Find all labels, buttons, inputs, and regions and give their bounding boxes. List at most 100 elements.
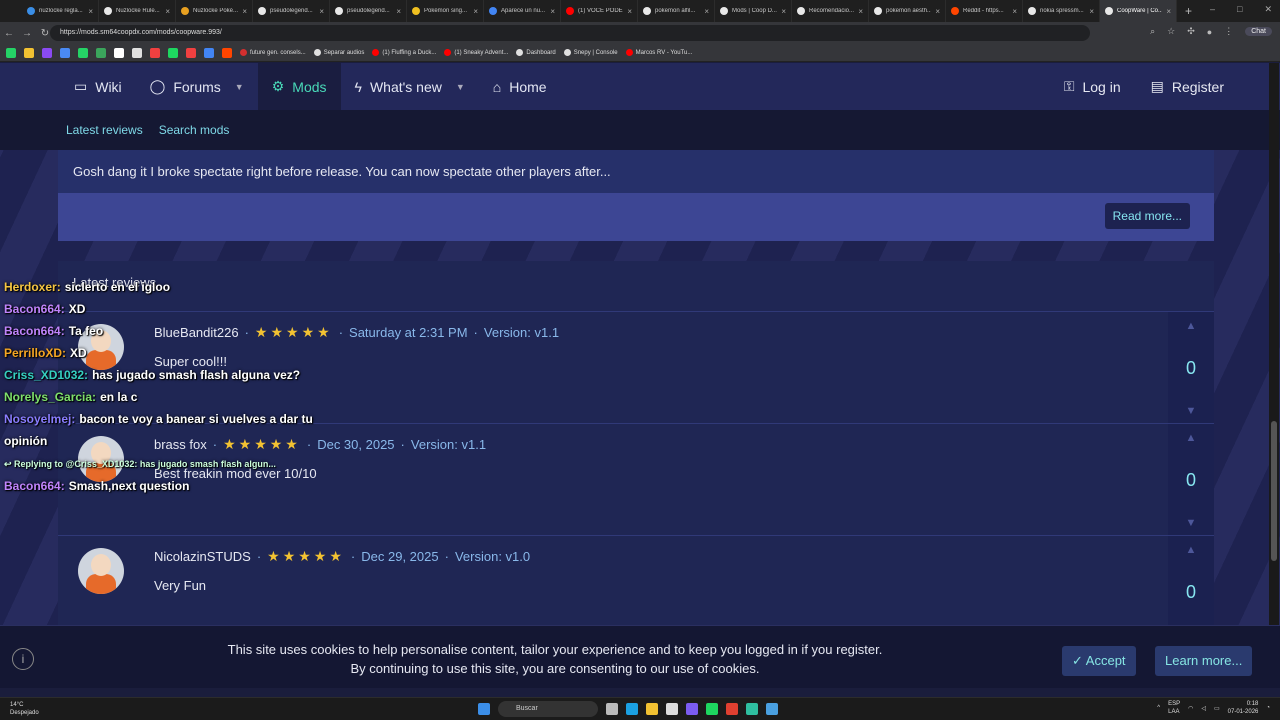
profile-icon[interactable]: ● bbox=[1207, 27, 1212, 37]
browser-tab[interactable]: Pokémon sing... × bbox=[407, 0, 484, 22]
review-date[interactable]: Saturday at 2:31 PM bbox=[349, 325, 468, 340]
maximize-icon[interactable]: □ bbox=[1237, 4, 1242, 15]
review-username[interactable]: NicolazinSTUDS bbox=[154, 549, 251, 564]
browser-tab[interactable]: pseudolegend... × bbox=[330, 0, 407, 22]
browser-tab[interactable]: Reddit - https... × bbox=[946, 0, 1023, 22]
accept-cookies-button[interactable]: ✓ Accept bbox=[1062, 646, 1136, 676]
chevron-down-icon[interactable]: ▼ bbox=[456, 82, 465, 92]
url-field[interactable]: https://mods.sm64coopdx.com/mods/coopwar… bbox=[50, 25, 1090, 41]
chrome-icon[interactable] bbox=[726, 703, 738, 715]
close-tab-icon[interactable]: × bbox=[627, 7, 632, 16]
bookmark-item[interactable]: Separar audios bbox=[313, 49, 364, 56]
store-icon[interactable] bbox=[666, 703, 678, 715]
extensions-icon[interactable]: ✣ bbox=[1187, 26, 1195, 37]
browser-tab[interactable]: Nuzlocke Rule... × bbox=[99, 0, 176, 22]
avatar[interactable] bbox=[78, 548, 124, 594]
menu-icon[interactable]: ⋮ bbox=[1224, 26, 1233, 37]
bookmark-icon[interactable] bbox=[150, 47, 160, 58]
wifi-icon[interactable]: ◠ bbox=[1188, 705, 1193, 712]
review-date[interactable]: Dec 29, 2025 bbox=[361, 549, 438, 564]
zoom-icon[interactable]: ⌕ bbox=[1150, 26, 1155, 37]
close-window-icon[interactable]: ✕ bbox=[1264, 4, 1272, 15]
browser-tab[interactable]: Aparece un nu... × bbox=[484, 0, 561, 22]
bookmark-item[interactable]: Dashboard bbox=[516, 49, 556, 56]
bookmark-item[interactable]: future gen. consels... bbox=[240, 49, 306, 56]
bookmark-icon[interactable] bbox=[24, 47, 34, 58]
upvote-icon[interactable]: ▲ bbox=[1186, 544, 1197, 556]
bookmark-icon[interactable] bbox=[78, 47, 88, 58]
close-tab-icon[interactable]: × bbox=[1012, 7, 1017, 16]
browser-tab[interactable]: pokemon alfil... × bbox=[638, 0, 715, 22]
taskbar-search[interactable]: Buscar bbox=[498, 701, 598, 717]
browser-tab[interactable]: CoopWare | Co... × bbox=[1100, 0, 1177, 22]
browser-tab[interactable]: Nuzlocke Poké... × bbox=[176, 0, 253, 22]
latest-reviews-link[interactable]: Latest reviews bbox=[66, 123, 143, 137]
nav-forums[interactable]: ◯ Forums ▼ bbox=[136, 63, 258, 110]
notepad-icon[interactable] bbox=[766, 703, 778, 715]
downvote-icon[interactable]: ▼ bbox=[1186, 405, 1197, 417]
upvote-icon[interactable]: ▲ bbox=[1186, 432, 1197, 444]
bookmark-icon[interactable] bbox=[6, 47, 16, 58]
close-tab-icon[interactable]: × bbox=[319, 7, 324, 16]
star-icon[interactable]: ☆ bbox=[1167, 26, 1175, 37]
close-tab-icon[interactable]: × bbox=[935, 7, 940, 16]
back-icon[interactable]: ← bbox=[0, 28, 18, 39]
bookmark-item[interactable]: (1) Fluffing a Duck... bbox=[372, 49, 436, 56]
browser-tab[interactable]: Mods | Coop D... × bbox=[715, 0, 792, 22]
login-link[interactable]: ⚿ Log in bbox=[1064, 78, 1121, 95]
forward-icon[interactable]: → bbox=[18, 28, 36, 39]
nav-mods[interactable]: ⚙ Mods bbox=[257, 63, 341, 110]
bookmark-item[interactable]: Marcos RV - YouTu... bbox=[625, 49, 692, 56]
search-mods-link[interactable]: Search mods bbox=[159, 123, 230, 137]
read-more-button[interactable]: Read more... bbox=[1104, 203, 1190, 229]
nav-wiki[interactable]: ▭ Wiki bbox=[60, 63, 136, 110]
bookmark-icon[interactable] bbox=[96, 47, 106, 58]
browser-tab[interactable]: pseudolegend... × bbox=[253, 0, 330, 22]
folder-icon[interactable] bbox=[646, 703, 658, 715]
chat-button[interactable]: Chat bbox=[1245, 27, 1272, 36]
close-tab-icon[interactable]: × bbox=[242, 7, 247, 16]
bookmark-icon[interactable] bbox=[204, 47, 214, 58]
bookmark-icon[interactable] bbox=[114, 47, 124, 58]
app-icon[interactable] bbox=[746, 703, 758, 715]
discord-icon[interactable] bbox=[686, 703, 698, 715]
volume-icon[interactable]: ◁ bbox=[1201, 705, 1206, 712]
spotify-icon[interactable] bbox=[706, 703, 718, 715]
close-tab-icon[interactable]: × bbox=[165, 7, 170, 16]
register-link[interactable]: ▤ Register bbox=[1151, 78, 1224, 95]
learn-more-button[interactable]: Learn more... bbox=[1155, 646, 1253, 676]
bookmark-icon[interactable] bbox=[42, 47, 52, 58]
close-tab-icon[interactable]: × bbox=[396, 7, 401, 16]
nav-home[interactable]: ⌂ Home bbox=[479, 63, 561, 110]
browser-tab[interactable]: nuzlocke regla... × bbox=[22, 0, 99, 22]
bookmark-icon[interactable] bbox=[168, 47, 178, 58]
notification-icon[interactable]: ◔ bbox=[1266, 705, 1270, 711]
minimize-icon[interactable]: – bbox=[1210, 4, 1215, 15]
downvote-icon[interactable]: ▼ bbox=[1186, 517, 1197, 529]
info-icon[interactable]: i bbox=[12, 648, 34, 670]
start-icon[interactable] bbox=[478, 703, 490, 715]
nav-what-s-new[interactable]: ϟ What's new ▼ bbox=[341, 63, 479, 110]
bookmark-icon[interactable] bbox=[132, 47, 142, 58]
chevron-down-icon[interactable]: ▼ bbox=[235, 82, 244, 92]
close-tab-icon[interactable]: × bbox=[858, 7, 863, 16]
browser-tab[interactable]: Recomendacio... × bbox=[792, 0, 869, 22]
close-tab-icon[interactable]: × bbox=[473, 7, 478, 16]
close-tab-icon[interactable]: × bbox=[550, 7, 555, 16]
tray-chevron-icon[interactable]: ^ bbox=[1157, 705, 1160, 711]
review-date[interactable]: Dec 30, 2025 bbox=[317, 437, 394, 452]
battery-icon[interactable]: ▭ bbox=[1214, 705, 1220, 712]
close-tab-icon[interactable]: × bbox=[1089, 7, 1094, 16]
scrollbar[interactable] bbox=[1269, 63, 1279, 688]
weather-widget[interactable]: 14°C Despejado bbox=[10, 701, 39, 717]
task-view-icon[interactable] bbox=[606, 703, 618, 715]
language-indicator[interactable]: ESP LAA bbox=[1168, 700, 1180, 716]
scrollbar-thumb[interactable] bbox=[1271, 421, 1277, 561]
new-tab-icon[interactable]: + bbox=[1177, 4, 1192, 18]
bookmark-icon[interactable] bbox=[60, 47, 70, 58]
bookmark-icon[interactable] bbox=[222, 47, 232, 58]
upvote-icon[interactable]: ▲ bbox=[1186, 320, 1197, 332]
close-tab-icon[interactable]: × bbox=[88, 7, 93, 16]
bookmark-icon[interactable] bbox=[186, 47, 196, 58]
close-tab-icon[interactable]: × bbox=[1166, 7, 1171, 16]
